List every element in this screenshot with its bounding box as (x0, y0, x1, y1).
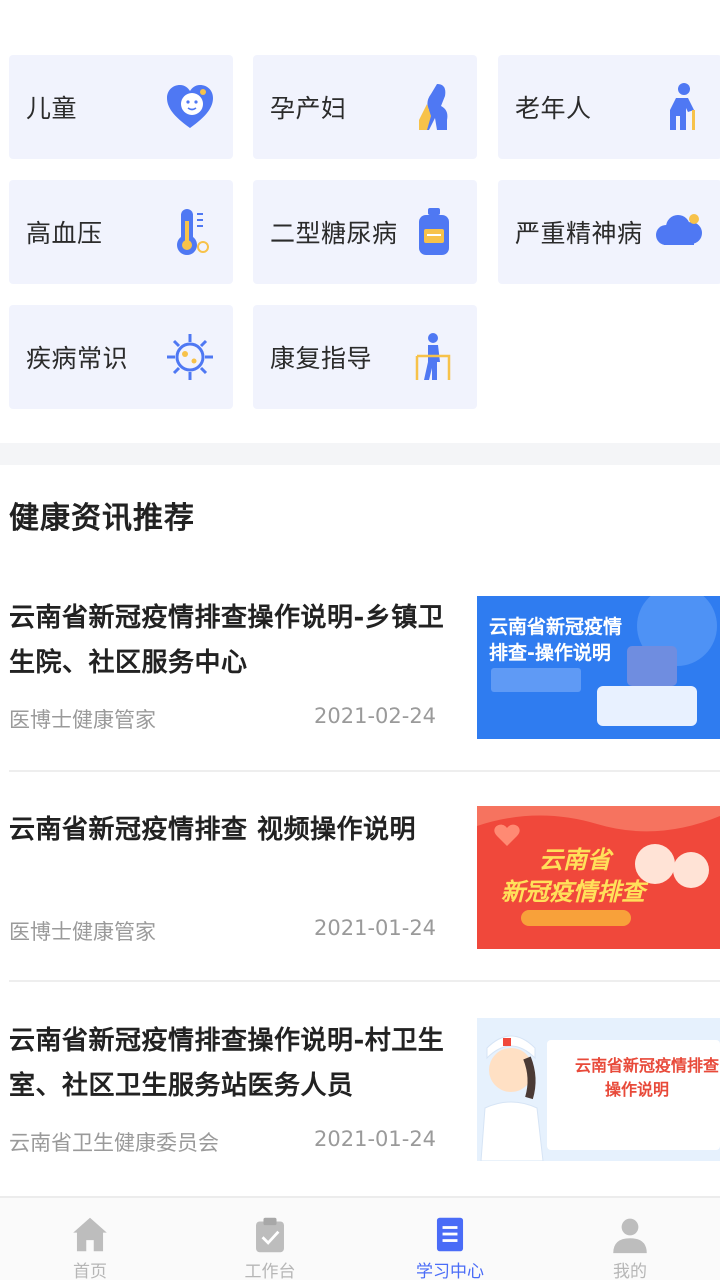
category-label: 孕产妇 (270, 94, 347, 123)
thumbnail-headline: 云南省新冠疫情排查 (575, 1056, 720, 1075)
category-label: 高血压 (26, 219, 103, 248)
category-tile-pregnant[interactable]: 孕产妇 (253, 55, 477, 159)
category-tile-disease-knowledge[interactable]: 疾病常识 (9, 305, 233, 409)
virus-icon (163, 330, 217, 384)
category-tile-children[interactable]: 儿童 (9, 55, 233, 159)
tab-label: 首页 (73, 1262, 107, 1280)
news-source: 医博士健康管家 (9, 708, 156, 732)
child-heart-icon (163, 80, 217, 134)
tab-mine[interactable]: 我的 (540, 1198, 720, 1280)
news-date: 2021-01-24 (314, 1127, 437, 1151)
home-icon (73, 1217, 107, 1252)
tab-learning-center[interactable]: 学习中心 (360, 1198, 540, 1280)
thumbnail-subheadline: 排查-操作说明 (489, 642, 611, 664)
category-tile-rehab[interactable]: 康复指导 (253, 305, 477, 409)
news-thumbnail: 云南省新冠疫情 排查-操作说明 (477, 596, 720, 739)
tab-label: 工作台 (244, 1262, 296, 1280)
news-date: 2021-01-24 (314, 916, 437, 940)
news-source: 医博士健康管家 (9, 920, 156, 944)
document-icon (436, 1217, 464, 1252)
section-title: 健康资讯推荐 (9, 501, 195, 536)
news-thumbnail: 云南省新冠疫情排查 操作说明 (477, 1018, 720, 1161)
category-tile-diabetes[interactable]: 二型糖尿病 (253, 180, 477, 284)
elderly-icon (652, 80, 706, 134)
clipboard-icon (256, 1217, 284, 1253)
tab-label: 学习中心 (416, 1262, 484, 1280)
news-title: 云南省新冠疫情排查 视频操作说明 (9, 815, 417, 845)
thumbnail-headline: 云南省 (539, 846, 611, 874)
category-label: 二型糖尿病 (270, 219, 398, 248)
thumbnail-headline: 云南省新冠疫情 (489, 616, 623, 638)
news-title: 云南省新冠疫情排查操作说明-乡镇卫生院、社区服务中心 (9, 603, 445, 678)
thermometer-icon (163, 205, 217, 259)
brain-cloud-icon (652, 205, 706, 259)
walker-icon (407, 330, 461, 384)
news-source: 云南省卫生健康委员会 (9, 1131, 219, 1155)
news-separator (9, 770, 720, 772)
bottom-tab-bar: 首页 工作台 学习中心 我的 (0, 1196, 720, 1280)
category-tile-hypertension[interactable]: 高血压 (9, 180, 233, 284)
news-thumbnail: 云南省 新冠疫情排查 (477, 806, 720, 949)
news-item[interactable]: 云南省新冠疫情排查 视频操作说明 医博士健康管家 2021-01-24 云南省 … (9, 806, 720, 998)
tab-label: 我的 (613, 1262, 647, 1280)
category-tile-mental[interactable]: 严重精神病 (498, 180, 720, 284)
category-label: 老年人 (515, 94, 592, 123)
news-date: 2021-02-24 (314, 704, 437, 728)
medicine-bottle-icon (407, 205, 461, 259)
pregnant-icon (407, 80, 461, 134)
category-label: 儿童 (26, 94, 78, 123)
tab-workbench[interactable]: 工作台 (180, 1198, 360, 1280)
category-label: 康复指导 (270, 344, 373, 373)
category-tile-elderly[interactable]: 老年人 (498, 55, 720, 159)
news-separator (9, 980, 720, 982)
news-item[interactable]: 云南省新冠疫情排查操作说明-乡镇卫生院、社区服务中心 医博士健康管家 2021-… (9, 596, 720, 786)
category-label: 疾病常识 (26, 344, 129, 373)
news-title: 云南省新冠疫情排查操作说明-村卫生室、社区卫生服务站医务人员 (9, 1026, 445, 1101)
news-item[interactable]: 云南省新冠疫情排查操作说明-村卫生室、社区卫生服务站医务人员 云南省卫生健康委员… (9, 1018, 720, 1209)
thumbnail-subheadline: 新冠疫情排查 (501, 878, 645, 906)
tab-home[interactable]: 首页 (0, 1198, 180, 1280)
user-icon (613, 1218, 647, 1254)
category-label: 严重精神病 (515, 219, 643, 248)
thumbnail-subheadline: 操作说明 (605, 1080, 670, 1099)
section-divider (0, 443, 720, 465)
